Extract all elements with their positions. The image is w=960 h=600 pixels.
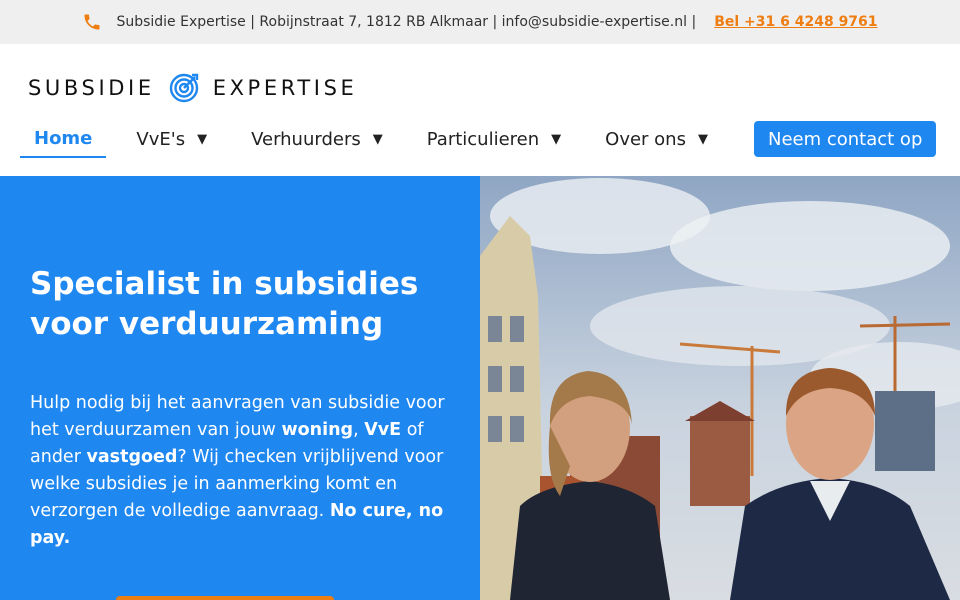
nav-item-label: Over ons [605, 128, 686, 150]
contact-info-text: Subsidie Expertise | Robijnstraat 7, 181… [116, 14, 697, 30]
nav-item-label: VvE's [136, 128, 186, 150]
nav-item-verhuurders[interactable]: Verhuurders ▼ [251, 120, 383, 158]
contact-top-bar: Subsidie Expertise | Robijnstraat 7, 181… [0, 0, 960, 44]
target-icon [169, 73, 198, 103]
hero-cta-button[interactable] [116, 596, 334, 600]
main-navigation: Home VvE's ▼ Verhuurders ▼ Particulieren… [20, 120, 937, 158]
hero-panel: Specialist in subsidies voor verduurzami… [0, 176, 480, 600]
hero-bold-woning: woning [281, 420, 354, 440]
caret-down-icon: ▼ [197, 131, 208, 147]
nav-item-particulieren[interactable]: Particulieren ▼ [427, 120, 561, 158]
caret-down-icon: ▼ [551, 131, 562, 147]
hero-description: Hulp nodig bij het aanvragen van subsidi… [30, 390, 450, 552]
site-logo[interactable]: SUBSIDIE EXPERTISE [28, 72, 357, 104]
nav-item-over-ons[interactable]: Over ons ▼ [605, 120, 708, 158]
nav-item-vves[interactable]: VvE's ▼ [136, 120, 207, 158]
hero-title: Specialist in subsidies voor verduurzami… [30, 264, 450, 344]
site-header: SUBSIDIE EXPERTISE Home VvE's ▼ Verhuurd… [0, 44, 960, 176]
hero-bold-vastgoed: vastgoed [86, 447, 178, 467]
hero-text-part: , [353, 420, 365, 440]
call-phone-link[interactable]: Bel +31 6 4248 9761 [714, 14, 877, 30]
nav-item-label: Verhuurders [251, 128, 361, 150]
logo-word-expertise: EXPERTISE [212, 76, 358, 100]
nav-item-label: Particulieren [426, 128, 540, 150]
hero-team-photo [480, 176, 960, 600]
contact-button[interactable]: Neem contact op [753, 121, 937, 157]
logo-word-subsidie: SUBSIDIE [28, 76, 155, 100]
hero-bold-vve: VvE [364, 420, 402, 440]
team-photo-image [480, 176, 960, 600]
phone-icon [84, 14, 100, 30]
caret-down-icon: ▼ [697, 131, 708, 147]
hero-title-line-2: voor verduurzaming [30, 306, 384, 342]
hero-title-line-1: Specialist in subsidies [30, 266, 419, 302]
caret-down-icon: ▼ [372, 131, 383, 147]
nav-item-home[interactable]: Home [20, 120, 107, 158]
nav-item-label: Home [34, 127, 93, 149]
